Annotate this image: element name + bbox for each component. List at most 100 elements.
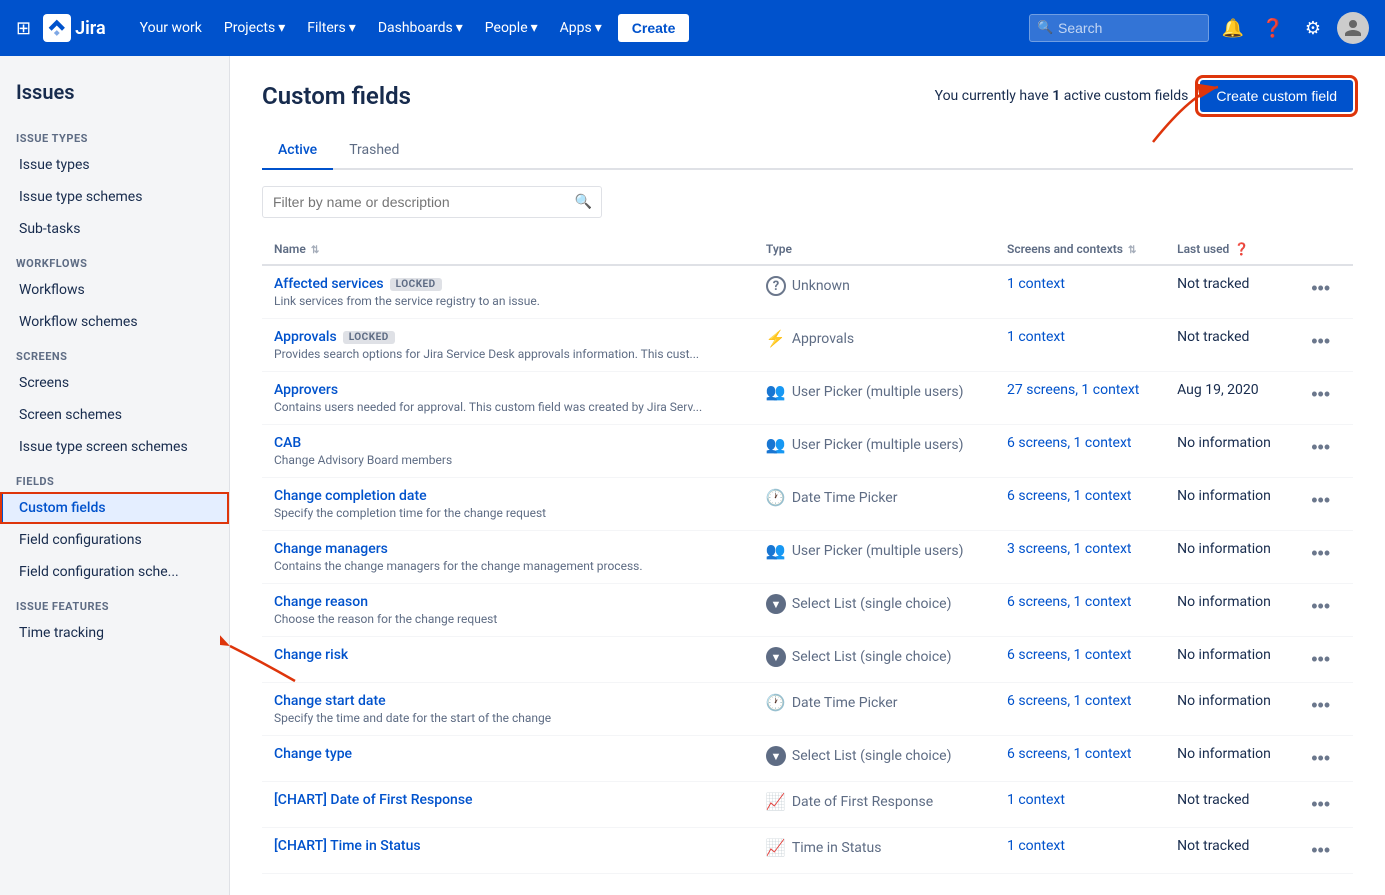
last-used-help-icon[interactable]: ❓ — [1234, 242, 1249, 256]
search-input[interactable] — [1029, 14, 1209, 42]
field-name-link[interactable]: CAB — [274, 435, 301, 451]
more-actions-button[interactable]: ••• — [1305, 693, 1336, 718]
field-name-link[interactable]: Change reason — [274, 594, 368, 610]
cell-screens: 1 context — [995, 828, 1165, 874]
sidebar-item-field-config-schemes[interactable]: Field configuration sche... — [0, 556, 229, 588]
page-title: Custom fields — [262, 82, 411, 110]
more-actions-button[interactable]: ••• — [1305, 541, 1336, 566]
context-link[interactable]: 6 screens, 1 context — [1007, 488, 1131, 504]
layout: Issues ISSUE TYPES Issue types Issue typ… — [0, 56, 1385, 895]
field-name-link[interactable]: Change risk — [274, 647, 348, 663]
context-link[interactable]: 3 screens, 1 context — [1007, 541, 1131, 557]
sidebar-item-field-configurations[interactable]: Field configurations — [0, 524, 229, 556]
logo[interactable]: Jira — [43, 14, 106, 42]
cell-last-used: No information — [1165, 478, 1293, 531]
cell-actions: ••• — [1293, 637, 1353, 683]
table-row: Change start date Specify the time and d… — [262, 683, 1353, 736]
cell-last-used: No information — [1165, 584, 1293, 637]
avatar[interactable] — [1337, 12, 1369, 44]
sidebar-item-workflow-schemes[interactable]: Workflow schemes — [0, 306, 229, 338]
more-actions-button[interactable]: ••• — [1305, 647, 1336, 672]
last-used-text: Not tracked — [1177, 276, 1249, 292]
type-icon: 📈 Time in Status — [766, 838, 882, 857]
sidebar-item-screens[interactable]: Screens — [0, 367, 229, 399]
context-link[interactable]: 6 screens, 1 context — [1007, 746, 1131, 762]
type-icon: ▼ Select List (single choice) — [766, 594, 952, 614]
last-used-text: No information — [1177, 693, 1271, 709]
more-actions-button[interactable]: ••• — [1305, 382, 1336, 407]
more-actions-button[interactable]: ••• — [1305, 838, 1336, 863]
people-menu[interactable]: People ▾ — [475, 14, 548, 42]
settings-icon[interactable]: ⚙ — [1297, 12, 1329, 44]
locked-badge: LOCKED — [390, 278, 442, 291]
cell-screens: 1 context — [995, 265, 1165, 319]
field-name-link[interactable]: Approvers — [274, 382, 338, 398]
topnav-nav: Your work Projects ▾ Filters ▾ Dashboard… — [130, 14, 1021, 42]
field-name-link[interactable]: Change type — [274, 746, 352, 762]
field-name-link[interactable]: Affected services — [274, 276, 384, 292]
context-link[interactable]: 1 context — [1007, 838, 1065, 854]
cell-screens: 1 context — [995, 782, 1165, 828]
create-custom-field-button[interactable]: Create custom field — [1200, 80, 1353, 112]
last-used-text: Aug 19, 2020 — [1177, 382, 1259, 398]
filter-search-icon: 🔍 — [575, 194, 592, 210]
more-actions-button[interactable]: ••• — [1305, 594, 1336, 619]
tab-active[interactable]: Active — [262, 132, 333, 170]
more-actions-button[interactable]: ••• — [1305, 792, 1336, 817]
sidebar-item-workflows[interactable]: Workflows — [0, 274, 229, 306]
section-issue-types: ISSUE TYPES — [0, 120, 229, 149]
sidebar-item-issue-type-schemes[interactable]: Issue type schemes — [0, 181, 229, 213]
cell-name: Change risk — [262, 637, 754, 683]
notifications-icon[interactable]: 🔔 — [1217, 12, 1249, 44]
create-button[interactable]: Create — [618, 14, 690, 42]
context-link[interactable]: 1 context — [1007, 276, 1065, 292]
cell-type: 👥 User Picker (multiple users) — [754, 372, 995, 425]
field-name-link[interactable]: Approvals — [274, 329, 337, 345]
col-type: Type — [754, 234, 995, 265]
apps-menu[interactable]: Apps ▾ — [550, 14, 612, 42]
more-actions-button[interactable]: ••• — [1305, 746, 1336, 771]
help-icon[interactable]: ❓ — [1257, 12, 1289, 44]
filter-input[interactable] — [262, 186, 602, 218]
context-link[interactable]: 6 screens, 1 context — [1007, 647, 1131, 663]
tabs: Active Trashed — [262, 132, 1353, 170]
search-icon: 🔍 — [1037, 21, 1053, 36]
field-name-link[interactable]: [CHART] Date of First Response — [274, 792, 473, 808]
context-link[interactable]: 6 screens, 1 context — [1007, 594, 1131, 610]
context-link[interactable]: 1 context — [1007, 792, 1065, 808]
field-name-link[interactable]: Change completion date — [274, 488, 427, 504]
filters-menu[interactable]: Filters ▾ — [297, 14, 366, 42]
context-link[interactable]: 6 screens, 1 context — [1007, 435, 1131, 451]
cell-name: Change managers Contains the change mana… — [262, 531, 754, 584]
context-link[interactable]: 27 screens, 1 context — [1007, 382, 1139, 398]
field-name-link[interactable]: Change managers — [274, 541, 388, 557]
last-used-text: Not tracked — [1177, 838, 1249, 854]
projects-menu[interactable]: Projects ▾ — [214, 14, 295, 42]
sidebar-item-issue-types[interactable]: Issue types — [0, 149, 229, 181]
sidebar-item-time-tracking[interactable]: Time tracking — [0, 617, 229, 649]
more-actions-button[interactable]: ••• — [1305, 435, 1336, 460]
cell-screens: 6 screens, 1 context — [995, 584, 1165, 637]
dashboards-menu[interactable]: Dashboards ▾ — [368, 14, 473, 42]
context-link[interactable]: 1 context — [1007, 329, 1065, 345]
cell-actions: ••• — [1293, 584, 1353, 637]
sidebar-item-issue-type-screen-schemes[interactable]: Issue type screen schemes — [0, 431, 229, 463]
grid-icon[interactable]: ⊞ — [16, 18, 31, 39]
cell-screens: 6 screens, 1 context — [995, 478, 1165, 531]
sidebar-item-custom-fields[interactable]: Custom fields — [0, 492, 229, 524]
more-actions-button[interactable]: ••• — [1305, 488, 1336, 513]
sidebar-item-screen-schemes[interactable]: Screen schemes — [0, 399, 229, 431]
context-link[interactable]: 6 screens, 1 context — [1007, 693, 1131, 709]
last-used-text: No information — [1177, 435, 1271, 451]
sidebar-item-sub-tasks[interactable]: Sub-tasks — [0, 213, 229, 245]
more-actions-button[interactable]: ••• — [1305, 329, 1336, 354]
field-name-link[interactable]: [CHART] Time in Status — [274, 838, 421, 854]
field-desc: Contains the change managers for the cha… — [274, 559, 742, 573]
more-actions-button[interactable]: ••• — [1305, 276, 1336, 301]
field-name-link[interactable]: Change start date — [274, 693, 386, 709]
your-work-menu[interactable]: Your work — [130, 14, 212, 42]
cell-screens: 3 screens, 1 context — [995, 531, 1165, 584]
type-icon: 📈 Date of First Response — [766, 792, 933, 811]
cell-name: Affected servicesLOCKED Link services fr… — [262, 265, 754, 319]
tab-trashed[interactable]: Trashed — [333, 132, 415, 170]
